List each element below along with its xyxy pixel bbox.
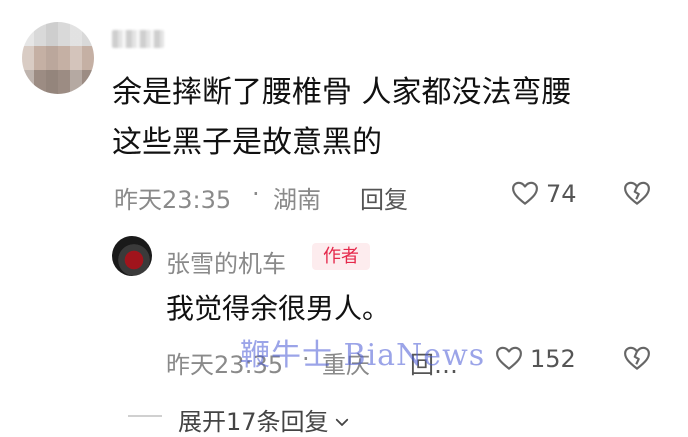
broken-heart-icon[interactable] xyxy=(622,178,652,208)
commenter-username-blurred[interactable] xyxy=(112,30,164,48)
reply-text: 我觉得余很男人。 xyxy=(166,292,391,325)
broken-heart-icon[interactable] xyxy=(622,343,652,373)
comment-text-line-1: 余是摔断了腰椎骨 人家都没法弯腰 xyxy=(112,75,572,110)
watermark: 鞭牛士 BiaNews xyxy=(240,338,486,373)
expand-replies-label[interactable]: 展开17条回复 xyxy=(178,408,329,436)
chevron-down-icon[interactable] xyxy=(333,409,351,437)
heart-outline-icon[interactable] xyxy=(494,343,524,373)
comment-like-count: 74 xyxy=(546,180,577,208)
reply-username[interactable]: 张雪的机车 xyxy=(166,244,286,279)
reply-avatar[interactable] xyxy=(112,236,152,276)
comment-meta-separator: · xyxy=(252,180,260,208)
heart-outline-icon[interactable] xyxy=(510,178,540,208)
comment-time: 昨天23:35 xyxy=(114,186,232,214)
commenter-avatar[interactable] xyxy=(22,22,94,94)
reply-like-count: 152 xyxy=(530,345,576,373)
comment-location: 湖南 xyxy=(273,186,321,214)
expand-replies-button[interactable]: 展开17条回复 xyxy=(178,402,351,437)
author-badge: 作者 xyxy=(312,243,370,270)
comment-reply-button[interactable]: 回复 xyxy=(360,180,408,215)
expand-divider xyxy=(128,415,162,417)
comment-text-line-2: 这些黑子是故意黑的 xyxy=(112,125,382,160)
